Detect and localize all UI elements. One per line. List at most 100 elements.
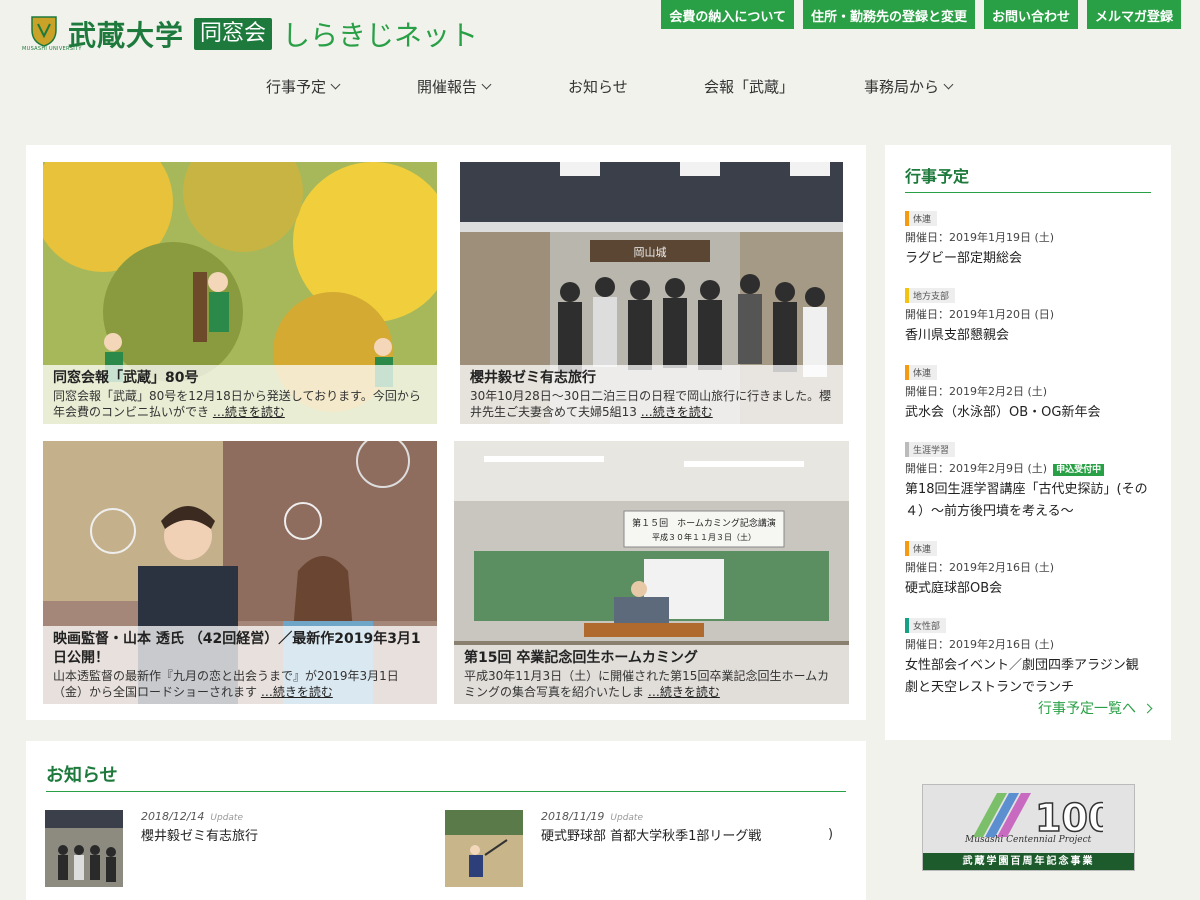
- news-title: 櫻井毅ゼミ有志旅行: [141, 829, 259, 844]
- news-scroll-arrow-icon[interactable]: ): [828, 827, 833, 842]
- news-thumbnail: [45, 810, 123, 887]
- event-title: 香川県支部懇親会: [905, 328, 1010, 343]
- news-meta: 2018/12/14 Update: [141, 810, 258, 823]
- sidebar-heading: 行事予定: [905, 163, 1151, 193]
- news-status: Update: [210, 813, 244, 823]
- feature-caption: 同窓会報「武蔵」80号 同窓会報「武蔵」80号を12月18日から発送しております…: [43, 365, 437, 424]
- news-meta: 2018/11/19 Update: [541, 810, 761, 823]
- event-title: 硬式庭球部OB会: [905, 581, 1003, 596]
- news-panel: お知らせ 2018/12/14 Update 櫻井毅ゼミ有志旅行 2018/11/…: [26, 741, 866, 900]
- news-title: 硬式野球部 首都大学秋季1部リーグ戦: [541, 829, 762, 844]
- chevron-down-icon: [330, 79, 341, 90]
- centennial-logo-icon: 100: [973, 793, 1103, 839]
- event-tag: 女性部: [905, 618, 947, 633]
- event-item[interactable]: 女性部開催日：2019年2月16日 (土) 女性部会イベント／劇団四季アラジン観劇…: [905, 614, 1151, 699]
- nav-item-notices[interactable]: お知らせ: [568, 76, 704, 97]
- all-events-link[interactable]: 行事予定一覧へ: [1038, 698, 1153, 718]
- site-logo[interactable]: MUSASHI UNIVERSITY 武蔵大学 同窓会 しらきじネット: [22, 14, 479, 54]
- chevron-down-icon: [481, 79, 492, 90]
- feature-title: 同窓会報「武蔵」80号: [53, 370, 199, 386]
- feature-desc: 同窓会報「武蔵」80号を12月18日から発送しております。今回から年会費のコンビ…: [53, 389, 421, 419]
- nav-item-office[interactable]: 事務局から: [864, 76, 984, 97]
- read-more-link[interactable]: …続きを読む: [648, 685, 720, 699]
- top-link-newsletter[interactable]: メルマガ登録: [1086, 0, 1181, 29]
- centennial-banner[interactable]: 100 Musashi Centennial Project 武蔵学園百周年記念…: [922, 784, 1135, 871]
- event-date: 開催日：2019年2月9日 (土) 申込受付中: [905, 460, 1151, 476]
- event-tag: 体連: [905, 211, 938, 226]
- event-date: 開催日：2019年1月19日 (土): [905, 231, 1055, 244]
- event-title: 武水会（水泳部）OB・OG新年会: [905, 405, 1101, 420]
- event-tag: 体連: [905, 365, 938, 380]
- top-link-membership-fee[interactable]: 会費の納入について: [661, 0, 794, 29]
- event-date: 開催日：2019年2月2日 (土): [905, 385, 1048, 398]
- news-thumbnail: [445, 810, 523, 887]
- nav-item-label: お知らせ: [568, 78, 628, 96]
- feature-card[interactable]: 映画監督・山本 透氏 （42回経営）／最新作2019年3月1日公開！ 山本透監督…: [43, 441, 437, 704]
- top-link-address-change[interactable]: 住所・勤務先の登録と変更: [802, 0, 975, 29]
- feature-title: 櫻井毅ゼミ有志旅行: [470, 370, 596, 386]
- event-date: 開催日：2019年1月20日 (日): [905, 308, 1055, 321]
- nav-item-events[interactable]: 行事予定: [266, 76, 417, 97]
- feature-desc: 30年10月28日～30日二泊三日の日程で岡山旅行に行きました。櫻井先生ご夫妻含…: [470, 389, 832, 419]
- event-status-badge: 申込受付中: [1053, 464, 1105, 476]
- feature-desc: 平成30年11月3日（土）に開催された第15回卒業記念回生ホームカミングの集合写…: [464, 669, 830, 699]
- logo-name: 武蔵大学: [68, 19, 185, 52]
- feature-card[interactable]: 岡山城 櫻井毅ゼミ有志旅行 30年10月28日～30日二泊三日の日程で岡山旅行に…: [460, 162, 843, 424]
- top-link-contact[interactable]: お問い合わせ: [983, 0, 1078, 29]
- chevron-down-icon: [943, 79, 954, 90]
- news-text: 2018/12/14 Update 櫻井毅ゼミ有志旅行: [141, 810, 258, 887]
- event-item[interactable]: 体連開催日：2019年2月16日 (土) 硬式庭球部OB会: [905, 537, 1151, 600]
- news-heading: お知らせ: [46, 761, 846, 792]
- feature-caption: 櫻井毅ゼミ有志旅行 30年10月28日～30日二泊三日の日程で岡山旅行に行きまし…: [460, 365, 843, 424]
- event-item[interactable]: 地方支部開催日：2019年1月20日 (日) 香川県支部懇親会: [905, 284, 1151, 347]
- castle-sign: 岡山城: [634, 246, 667, 259]
- nav-item-label: 行事予定: [266, 78, 327, 96]
- news-item[interactable]: 2018/12/14 Update 櫻井毅ゼミ有志旅行: [45, 810, 258, 887]
- feature-desc: 山本透監督の最新作『九月の恋と出会うまで』が2019年3月1日（金）から全国ロー…: [53, 669, 399, 699]
- centennial-number: 100: [1035, 796, 1103, 839]
- nav-item-label: 事務局から: [864, 78, 940, 96]
- banner-line-1: 第１５回 ホームカミング記念講演: [632, 517, 776, 529]
- feature-caption: 第15回 卒業記念回生ホームカミング 平成30年11月3日（土）に開催された第1…: [454, 645, 849, 704]
- events-sidebar: 行事予定 体連 開催日：2019年1月19日 (土) ラグビー部定期総会 地方支部 開催…: [885, 145, 1171, 740]
- centennial-band: 武蔵学園百周年記念事業: [923, 853, 1134, 870]
- university-crest-icon: MUSASHI UNIVERSITY: [22, 14, 81, 54]
- all-events-label: 行事予定一覧へ: [1038, 701, 1136, 717]
- chevron-right-icon: [1142, 703, 1153, 713]
- event-item[interactable]: 生涯学習開催日：2019年2月9日 (土) 申込受付中第18回生涯学習講座「古代史…: [905, 438, 1151, 523]
- feature-caption: 映画監督・山本 透氏 （42回経営）／最新作2019年3月1日公開！ 山本透監督…: [43, 626, 437, 704]
- event-tag: 地方支部: [905, 288, 956, 303]
- read-more-link[interactable]: …続きを読む: [213, 405, 285, 419]
- event-date: 開催日：2019年2月16日 (土): [905, 561, 1055, 574]
- read-more-link[interactable]: …続きを読む: [261, 685, 333, 699]
- banner-line-2: 平成３０年１１月３日（土）: [652, 532, 756, 542]
- nav-item-reports[interactable]: 開催報告: [417, 76, 568, 97]
- event-tag: 生涯学習: [905, 442, 956, 457]
- feature-card[interactable]: 同窓会報「武蔵」80号 同窓会報「武蔵」80号を12月18日から発送しております…: [43, 162, 437, 424]
- news-date: 2018/12/14: [141, 810, 205, 823]
- news-date: 2018/11/19: [541, 810, 605, 823]
- feature-title: 映画監督・山本 透氏 （42回経営）／最新作2019年3月1日公開！: [53, 631, 421, 666]
- centennial-subtitle: Musashi Centennial Project: [965, 835, 1092, 845]
- feature-panel: 同窓会報「武蔵」80号 同窓会報「武蔵」80号を12月18日から発送しております…: [26, 145, 866, 720]
- logo-net: しらきじネット: [282, 19, 479, 52]
- global-nav: 行事予定 開催報告 お知らせ 会報「武蔵」 事務局から: [266, 76, 984, 97]
- read-more-link[interactable]: …続きを読む: [641, 405, 713, 419]
- event-tag: 体連: [905, 541, 938, 556]
- top-links: 会費の納入について 住所・勤務先の登録と変更 お問い合わせ メルマガ登録: [661, 0, 1181, 29]
- feature-card[interactable]: 第１５回 ホームカミング記念講演 平成３０年１１月３日（土） 第15回 卒業記念…: [454, 441, 849, 704]
- nav-item-label: 開催報告: [417, 78, 478, 96]
- logo-university-label: MUSASHI UNIVERSITY: [22, 46, 82, 52]
- event-item[interactable]: 体連開催日：2019年2月2日 (土) 武水会（水泳部）OB・OG新年会: [905, 361, 1151, 424]
- event-title: 第18回生涯学習講座「古代史探訪」(その４）～前方後円墳を考える～: [905, 482, 1148, 519]
- feature-title: 第15回 卒業記念回生ホームカミング: [464, 650, 698, 666]
- nav-item-bulletin[interactable]: 会報「武蔵」: [704, 76, 864, 97]
- event-date: 開催日：2019年2月16日 (土): [905, 638, 1055, 651]
- event-item[interactable]: 体連 開催日：2019年1月19日 (土) ラグビー部定期総会: [905, 207, 1151, 270]
- logo-box: 同窓会: [194, 18, 273, 50]
- news-status: Update: [610, 813, 644, 823]
- news-item[interactable]: 2018/11/19 Update 硬式野球部 首都大学秋季1部リーグ戦: [445, 810, 761, 887]
- news-text: 2018/11/19 Update 硬式野球部 首都大学秋季1部リーグ戦: [541, 810, 761, 887]
- nav-item-label: 会報「武蔵」: [704, 78, 795, 96]
- event-title: 女性部会イベント／劇団四季アラジン観劇と天空レストランでランチ: [905, 658, 1139, 695]
